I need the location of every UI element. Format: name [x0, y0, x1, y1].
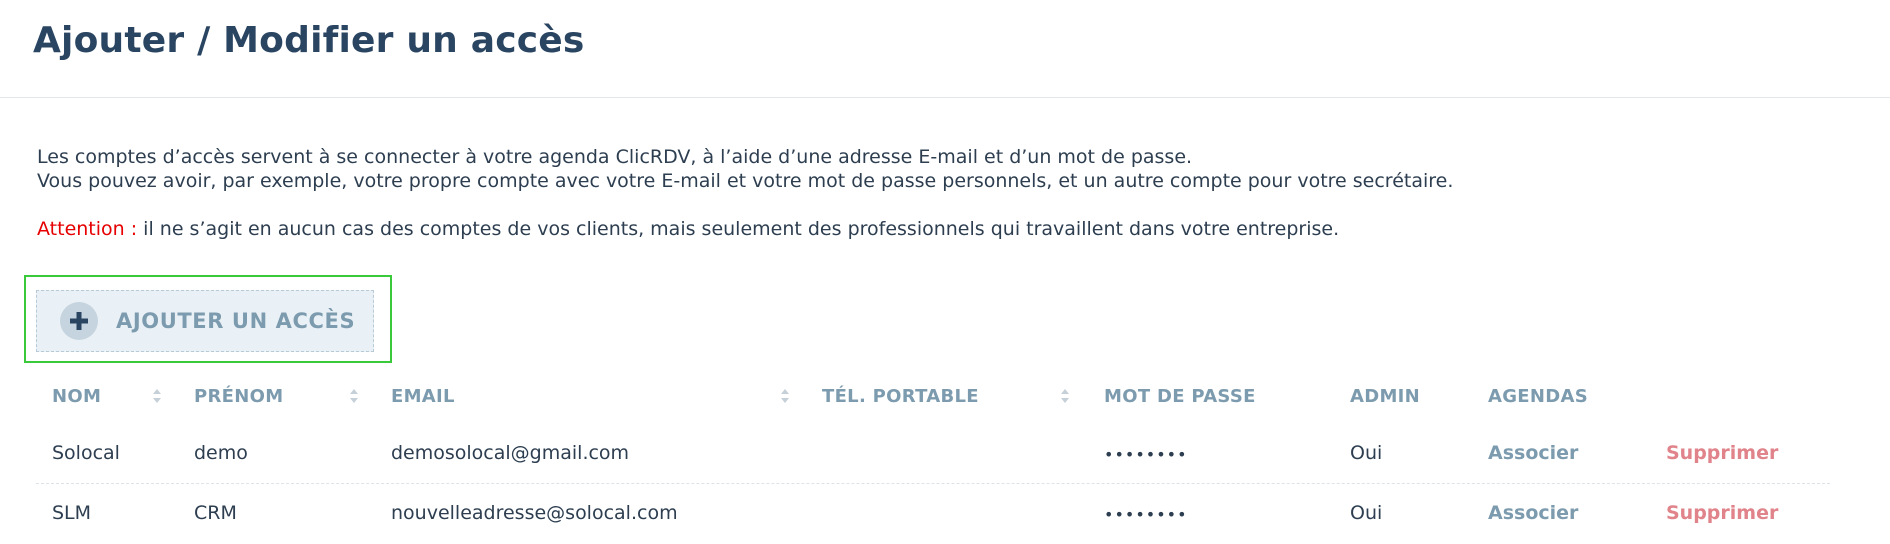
cell-prenom: CRM [194, 502, 237, 524]
associer-link[interactable]: Associer [1488, 442, 1578, 464]
sort-icon[interactable] [349, 388, 359, 404]
sort-icon[interactable] [780, 388, 790, 404]
intro-line-2: Vous pouvez avoir, par exemple, votre pr… [37, 170, 1454, 192]
intro-line-1: Les comptes d’accès servent à se connect… [37, 146, 1193, 168]
cell-password: •••••••• [1104, 505, 1188, 524]
attention-notice: Attention : il ne s’agit en aucun cas de… [37, 217, 1837, 241]
column-header-password: MOT DE PASSE [1104, 386, 1256, 407]
attention-text: il ne s’agit en aucun cas des comptes de… [137, 218, 1340, 240]
attention-label: Attention : [37, 218, 138, 240]
sort-icon[interactable] [152, 388, 162, 404]
plus-icon [60, 302, 98, 340]
supprimer-link[interactable]: Supprimer [1666, 502, 1778, 524]
cell-email: nouvelleadresse@solocal.com [391, 502, 678, 524]
supprimer-link[interactable]: Supprimer [1666, 442, 1778, 464]
page-title: Ajouter / Modifier un accès [33, 20, 585, 61]
column-header-admin: ADMIN [1350, 386, 1421, 407]
page-header: Ajouter / Modifier un accès [0, 0, 1890, 98]
column-header-agendas: AGENDAS [1488, 386, 1589, 407]
cell-email: demosolocal@gmail.com [391, 442, 630, 464]
sort-icon[interactable] [1060, 388, 1070, 404]
cell-prenom: demo [194, 442, 248, 464]
add-access-button[interactable]: AJOUTER UN ACCÈS [36, 290, 374, 352]
add-access-label: AJOUTER UN ACCÈS [116, 309, 356, 333]
column-header-email[interactable]: EMAIL [391, 386, 455, 407]
table-row: SLM CRM nouvelleadresse@solocal.com ••••… [36, 484, 1830, 544]
access-table: NOM PRÉNOM EMAIL TÉL. PORTABLE MOT DE PA… [36, 372, 1830, 544]
cell-password: •••••••• [1104, 445, 1188, 464]
cell-admin: Oui [1350, 502, 1383, 524]
column-header-nom[interactable]: NOM [52, 386, 101, 407]
intro-text: Les comptes d’accès servent à se connect… [37, 145, 1837, 241]
column-header-tel[interactable]: TÉL. PORTABLE [822, 386, 979, 407]
cell-nom: SLM [52, 502, 92, 524]
associer-link[interactable]: Associer [1488, 502, 1578, 524]
cell-nom: Solocal [52, 442, 120, 464]
table-header: NOM PRÉNOM EMAIL TÉL. PORTABLE MOT DE PA… [36, 372, 1830, 424]
table-row: Solocal demo demosolocal@gmail.com •••••… [36, 424, 1830, 484]
column-header-prenom[interactable]: PRÉNOM [194, 386, 283, 407]
cell-admin: Oui [1350, 442, 1383, 464]
